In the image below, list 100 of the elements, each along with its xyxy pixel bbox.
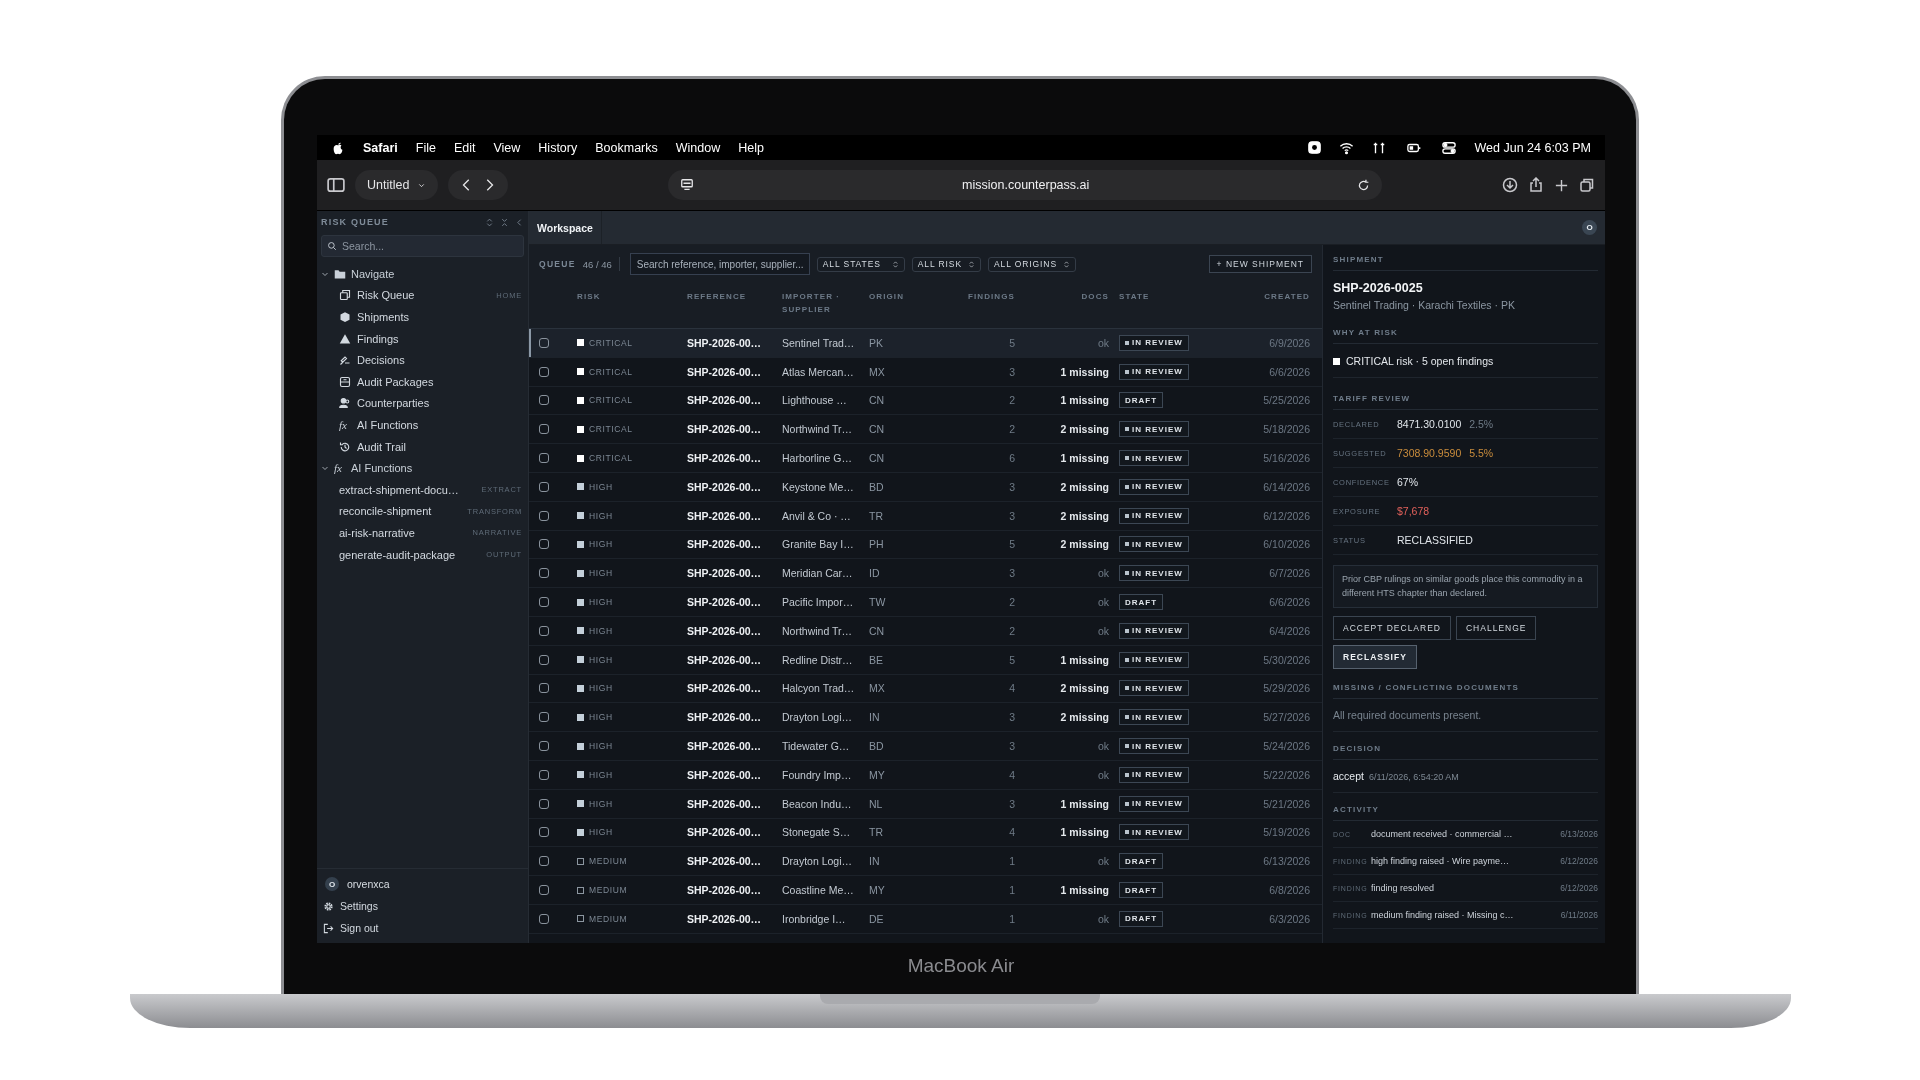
menu-item[interactable]: Bookmarks <box>595 140 658 155</box>
sidebar-item[interactable]: Decisions <box>317 349 528 371</box>
table-row[interactable]: HIGH SHP-2026-00… Anvil & Co · … TR 3 2 missing IN REVIEW 6/12/2026 <box>529 501 1322 531</box>
row-checkbox[interactable] <box>539 741 549 752</box>
column-header[interactable]: FINDINGS <box>929 290 1015 303</box>
row-checkbox[interactable] <box>539 654 549 665</box>
navigation-buttons[interactable] <box>448 170 509 200</box>
table-cell-text: 6/3/2026 <box>1268 912 1310 925</box>
menu-item[interactable]: Safari <box>363 140 398 155</box>
table-row[interactable]: HIGH SHP-2026-00… Northwind Tr… CN 2 ok IN REVIEW 6/4/2026 <box>529 616 1322 646</box>
menu-item[interactable]: Window <box>675 140 721 155</box>
filter-dropdown[interactable]: ALL ORIGINS <box>988 256 1076 272</box>
table-row[interactable]: MEDIUM SHP-2026-00… Ironbridge I… DE 1 ok DRAFT 6/3/2026 <box>529 904 1322 934</box>
search-field[interactable]: Search... <box>321 235 524 257</box>
table-cell-text: Granite Bay I… <box>782 538 855 551</box>
sidebar-item[interactable]: Findings <box>317 327 528 350</box>
column-header[interactable]: IMPORTER · SUPPLIER <box>782 290 869 316</box>
user-avatar[interactable]: O <box>1582 220 1597 235</box>
table-row[interactable]: HIGH SHP-2026-00… Redline Distr… BE 5 1 missing IN REVIEW 5/30/2026 <box>529 645 1322 675</box>
row-checkbox[interactable] <box>539 597 549 608</box>
table-cell-text: Tidewater G… <box>782 740 851 753</box>
risk-label: HIGH <box>589 597 613 608</box>
column-header[interactable]: ORIGIN <box>869 290 929 303</box>
action-button[interactable]: RECLASSIFY <box>1333 645 1417 669</box>
sidebar-item[interactable]: Audit Packages <box>317 370 528 393</box>
table-row[interactable]: HIGH SHP-2026-00… Tidewater G… BD 3 ok IN REVIEW 5/24/2026 <box>529 732 1322 761</box>
table-cell-text: BD <box>869 740 885 753</box>
table-row[interactable]: HIGH SHP-2026-00… Halcyon Trad… MX 4 2 missing IN REVIEW 5/29/2026 <box>529 674 1322 704</box>
risk-summary: CRITICAL risk · 5 open findings <box>1346 355 1494 367</box>
menu-item[interactable]: View <box>493 140 521 155</box>
address-bar[interactable]: mission.counterpass.ai <box>668 170 1382 200</box>
row-checkbox[interactable] <box>539 453 549 464</box>
row-checkbox[interactable] <box>539 712 549 723</box>
row-checkbox[interactable] <box>539 395 549 406</box>
row-checkbox[interactable] <box>539 769 549 780</box>
column-header[interactable]: RISK <box>577 290 687 303</box>
row-checkbox[interactable] <box>539 510 549 521</box>
action-button[interactable]: ACCEPT DECLARED <box>1333 616 1451 640</box>
column-header[interactable]: REFERENCE <box>687 290 782 303</box>
row-checkbox[interactable] <box>539 827 549 838</box>
risk-label: MEDIUM <box>589 885 628 896</box>
activity-date: 6/13/2026 <box>1560 829 1598 839</box>
action-button[interactable]: CHALLENGE <box>1456 616 1537 640</box>
row-checkbox[interactable] <box>539 683 549 694</box>
filter-dropdown[interactable]: ALL RISK <box>911 256 981 272</box>
row-checkbox[interactable] <box>539 885 549 896</box>
row-checkbox[interactable] <box>539 568 549 579</box>
menu-item[interactable]: History <box>538 140 578 155</box>
table-row[interactable]: MEDIUM SHP-2026-00… Coastline Me… MY 1 1 missing DRAFT 6/8/2026 <box>529 876 1322 905</box>
user-account[interactable]: O orvenxca <box>321 875 524 893</box>
row-checkbox[interactable] <box>539 424 549 435</box>
search-field[interactable]: Search reference, importer, supplier... <box>629 253 810 275</box>
risk-label: CRITICAL <box>589 337 633 348</box>
menu-item[interactable]: Help <box>738 140 764 155</box>
table-row[interactable]: MEDIUM SHP-2026-00… Drayton Logi… IN 1 ok DRAFT 6/13/2026 <box>529 847 1322 877</box>
row-checkbox[interactable] <box>539 625 549 636</box>
table-row[interactable]: HIGH SHP-2026-00… Keystone Me… BD 3 2 missing IN REVIEW 6/14/2026 <box>529 473 1322 502</box>
table-row[interactable]: CRITICAL SHP-2026-00… Lighthouse … CN 2 1 missing DRAFT 5/25/2026 <box>529 386 1322 416</box>
column-header[interactable]: CREATED <box>1229 290 1310 303</box>
sidebar-item[interactable]: Audit Trail <box>317 435 528 458</box>
sidebar-link[interactable]: Settings <box>321 897 524 915</box>
row-checkbox[interactable] <box>539 913 549 924</box>
menu-item[interactable]: Edit <box>453 140 476 155</box>
row-checkbox[interactable] <box>539 481 549 492</box>
table-row[interactable]: HIGH SHP-2026-00… Granite Bay I… PH 5 2 missing IN REVIEW 6/10/2026 <box>529 530 1322 560</box>
table-row[interactable]: CRITICAL SHP-2026-00… Atlas Mercan… MX 3 1 missing IN REVIEW 6/6/2026 <box>529 357 1322 387</box>
table-row[interactable]: CRITICAL SHP-2026-00… Harborline G… CN 6 1 missing IN REVIEW 5/16/2026 <box>529 444 1322 473</box>
table-row[interactable]: CRITICAL SHP-2026-00… Northwind Tr… CN 2 2 missing IN REVIEW 5/18/2026 <box>529 415 1322 445</box>
table-cell-text: SHP-2026-00… <box>687 480 763 493</box>
row-checkbox[interactable] <box>539 856 549 867</box>
table-cell-text: CN <box>869 624 886 637</box>
row-checkbox[interactable] <box>539 337 549 348</box>
sidebar-item[interactable]: fx AI Functions <box>317 414 528 436</box>
table-row[interactable]: HIGH SHP-2026-00… Drayton Logi… IN 3 2 missing IN REVIEW 5/27/2026 <box>529 703 1322 733</box>
tab-group-button[interactable]: Untitled <box>355 170 439 200</box>
table-cell-text: 1 missing <box>1059 365 1109 378</box>
row-checkbox[interactable] <box>539 798 549 809</box>
table-row[interactable]: CRITICAL SHP-2026-00… Sentinel Trad… PK 5 ok IN REVIEW 6/9/2026 <box>529 329 1322 358</box>
table-row[interactable]: HIGH SHP-2026-00… Beacon Indu… NL 3 1 missing IN REVIEW 5/21/2026 <box>529 789 1322 819</box>
table-row[interactable]: HIGH SHP-2026-00… Meridian Car… ID 3 ok IN REVIEW 6/7/2026 <box>529 559 1322 589</box>
table-cell-text: 6/6/2026 <box>1268 596 1310 609</box>
row-checkbox[interactable] <box>539 366 549 377</box>
table-cell-text: 5 <box>1008 336 1015 349</box>
tree-group[interactable]: fx AI Functions <box>317 457 528 479</box>
column-header[interactable]: DOCS <box>1015 290 1109 303</box>
menu-item[interactable]: File <box>415 140 436 155</box>
filter-dropdown[interactable]: ALL STATES <box>816 256 905 272</box>
tree-group[interactable]: Navigate <box>317 263 528 285</box>
table-row[interactable]: HIGH SHP-2026-00… Stonegate S… TR 4 1 missing IN REVIEW 5/19/2026 <box>529 818 1322 848</box>
table-row[interactable]: HIGH SHP-2026-00… Pacific Impor… TW 2 ok DRAFT 6/6/2026 <box>529 588 1322 617</box>
sidebar-item[interactable]: Shipments <box>317 306 528 328</box>
column-header[interactable]: STATE <box>1109 290 1229 303</box>
updown-icon <box>968 260 975 268</box>
row-checkbox[interactable] <box>539 539 549 550</box>
new-shipment-button[interactable]: + NEW SHIPMENT <box>1208 255 1312 273</box>
sidebar-item[interactable]: Counterparties <box>317 392 528 415</box>
table-row[interactable]: HIGH SHP-2026-00… Foundry Imp… MY 4 ok IN REVIEW 5/22/2026 <box>529 760 1322 790</box>
reload-icon <box>1357 178 1370 192</box>
field-value: $7,678 <box>1397 505 1430 517</box>
sidebar-link[interactable]: Sign out <box>321 919 524 937</box>
